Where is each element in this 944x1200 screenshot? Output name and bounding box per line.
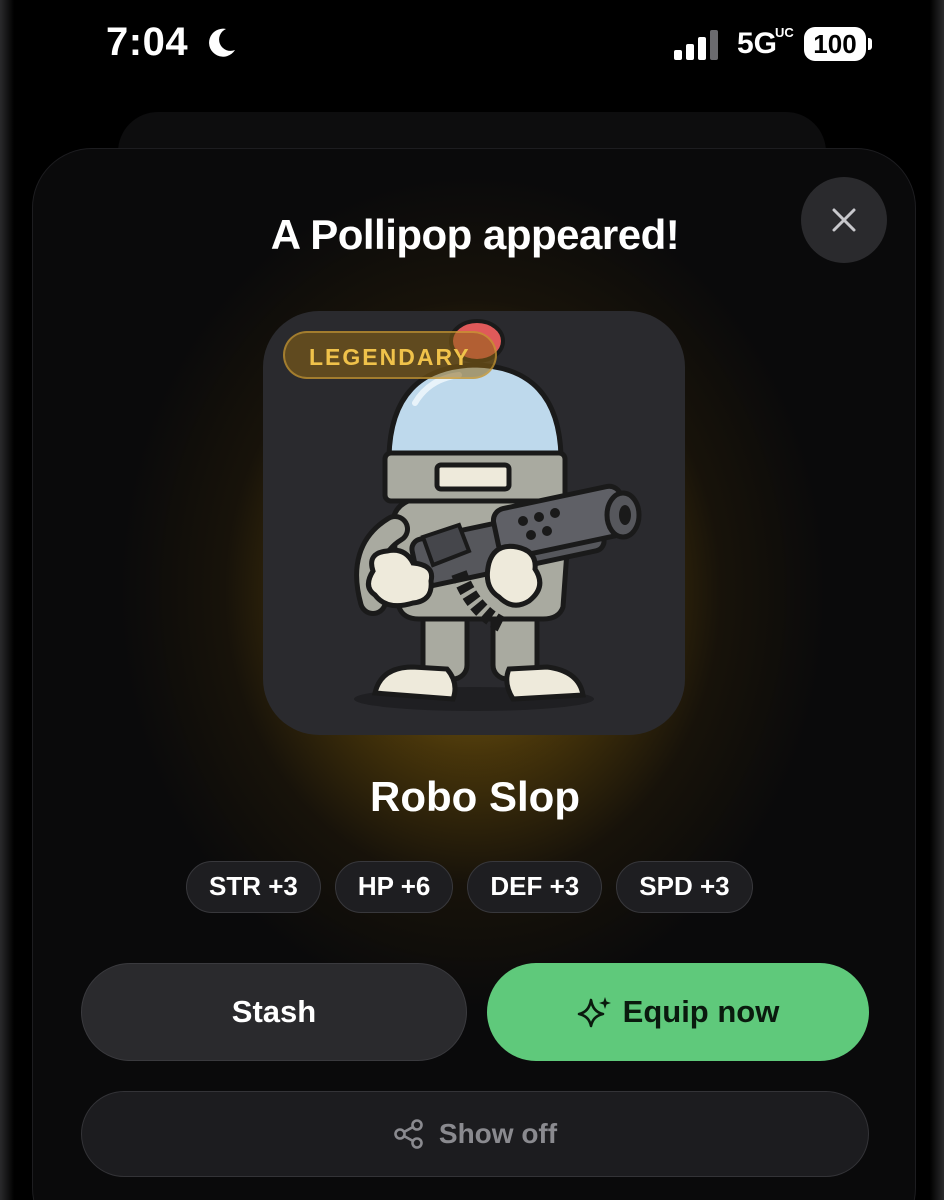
close-button[interactable] xyxy=(801,177,887,263)
reward-sheet: A Pollipop appeared! LEGENDARY Robo Slop… xyxy=(32,148,916,1200)
equip-now-button[interactable]: Equip now xyxy=(487,963,869,1061)
character-name: Robo Slop xyxy=(370,773,580,820)
device-frame-left xyxy=(0,0,14,1200)
stat-chip-def: DEF +3 xyxy=(467,861,603,913)
network-label: 5G xyxy=(737,27,778,60)
moon-icon xyxy=(209,28,235,57)
stash-button[interactable]: Stash xyxy=(81,963,467,1061)
show-off-label: Show off xyxy=(438,1118,558,1149)
stat-chip-hp: HP +6 xyxy=(334,861,454,913)
stat-chip-str: STR +3 xyxy=(186,861,321,913)
stat-chip-spd: SPD +3 xyxy=(616,861,753,913)
battery-indicator: 100 xyxy=(804,27,866,61)
signal-icon xyxy=(674,30,718,60)
equip-now-label: Equip now xyxy=(622,994,780,1029)
share-icon xyxy=(394,1119,423,1149)
status-time: 7:04 xyxy=(106,20,189,64)
show-off-button[interactable]: Show off xyxy=(81,1091,869,1177)
stat-row: STR +3 HP +6 DEF +3 SPD +3 xyxy=(186,861,753,913)
close-icon xyxy=(832,208,856,232)
phone-screen: 7:04 5G UC 100 A Pollipop appeared! LEGE… xyxy=(0,0,944,1200)
sheet-title: A Pollipop appeared! xyxy=(270,211,680,258)
network-sub-label: UC xyxy=(775,25,794,40)
rarity-badge: LEGENDARY xyxy=(283,331,497,379)
status-bar: 7:04 5G UC 100 xyxy=(0,0,944,90)
screen: 7:04 5G UC 100 A Pollipop appeared! LEGE… xyxy=(0,0,944,1200)
sparkle-icon xyxy=(577,997,611,1028)
device-frame-right xyxy=(930,0,944,1200)
battery-nub xyxy=(868,38,872,50)
